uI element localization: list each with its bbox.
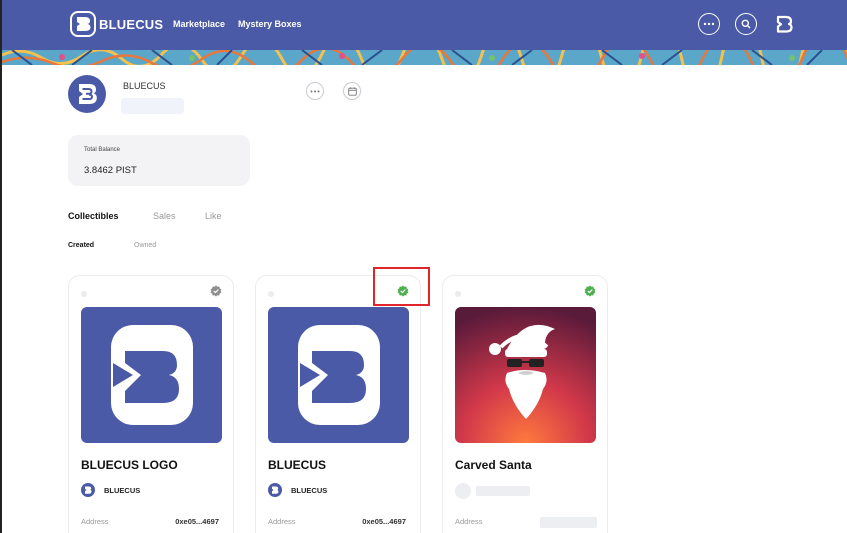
address-placeholder	[540, 517, 597, 528]
bluecus-logo-icon	[70, 11, 96, 37]
profile-avatar	[68, 75, 106, 113]
balance-label: Total Balance	[84, 147, 121, 153]
creator-name: BLUECUS	[291, 485, 328, 495]
card-image-carved-santa[interactable]	[455, 307, 596, 443]
card-image-bluecus-logo[interactable]	[81, 307, 222, 443]
card-image-bluecus[interactable]	[268, 307, 409, 443]
top-header: BLUECUS Marketplace Mystery Boxes	[2, 0, 847, 50]
nft-card[interactable]: BLUECUS BLUECUS Address 0xe05...4697	[255, 275, 421, 533]
app-frame: BLUECUS Marketplace Mystery Boxes BLUECU…	[0, 0, 847, 533]
nft-card[interactable]: Carved Santa Address	[442, 275, 608, 533]
address-label: Address	[81, 517, 109, 526]
profile-logo-icon[interactable]	[773, 13, 795, 35]
creator-avatar	[268, 483, 282, 497]
tab-collectibles[interactable]: Collectibles	[68, 211, 119, 221]
balance-card: Total Balance 3.8462 PIST	[68, 135, 250, 186]
nav-mystery-boxes[interactable]: Mystery Boxes	[238, 19, 302, 29]
creator-name: BLUECUS	[104, 485, 141, 495]
profile-name: BLUECUS	[123, 81, 166, 91]
brand-name: BLUECUS	[99, 16, 164, 32]
subtab-owned[interactable]: Owned	[134, 242, 156, 249]
creator-name-placeholder	[476, 486, 530, 496]
subtab-created[interactable]: Created	[68, 242, 94, 249]
profile-address-placeholder	[121, 98, 184, 114]
tab-like[interactable]: Like	[205, 211, 222, 221]
verified-badge-icon	[584, 285, 596, 297]
header-search-button[interactable]	[735, 13, 757, 35]
balance-value: 3.8462 PIST	[84, 165, 137, 176]
creator-avatar-placeholder	[455, 483, 471, 499]
address-label: Address	[268, 517, 296, 526]
card-title: Carved Santa	[455, 458, 532, 472]
address-value: 0xe05...4697	[362, 517, 406, 526]
profile-calendar-button[interactable]	[343, 82, 361, 100]
card-status-dot	[268, 291, 274, 297]
profile-more-button[interactable]	[306, 82, 324, 100]
address-label: Address	[455, 517, 483, 526]
card-title: BLUECUS	[268, 458, 327, 472]
nft-card[interactable]: BLUECUS LOGO BLUECUS Address 0xe05...469…	[68, 275, 234, 533]
tab-sales[interactable]: Sales	[153, 211, 176, 221]
card-creator[interactable]: BLUECUS	[268, 483, 327, 497]
calendar-icon	[347, 86, 357, 96]
profile-banner	[2, 50, 847, 65]
more-icon	[310, 90, 320, 92]
card-status-dot	[81, 291, 87, 297]
highlight-box	[373, 267, 430, 306]
nav-marketplace[interactable]: Marketplace	[173, 19, 225, 29]
card-status-dot	[455, 291, 461, 297]
brand-logo[interactable]: BLUECUS	[70, 11, 163, 37]
creator-avatar	[81, 483, 95, 497]
more-icon	[703, 22, 715, 26]
search-icon	[741, 19, 751, 29]
address-value: 0xe05...4697	[175, 517, 219, 526]
header-more-button[interactable]	[698, 13, 720, 35]
card-creator[interactable]: BLUECUS	[81, 483, 140, 497]
card-title: BLUECUS LOGO	[81, 458, 178, 472]
card-creator-placeholder	[455, 483, 530, 499]
gear-badge-icon	[210, 285, 222, 297]
